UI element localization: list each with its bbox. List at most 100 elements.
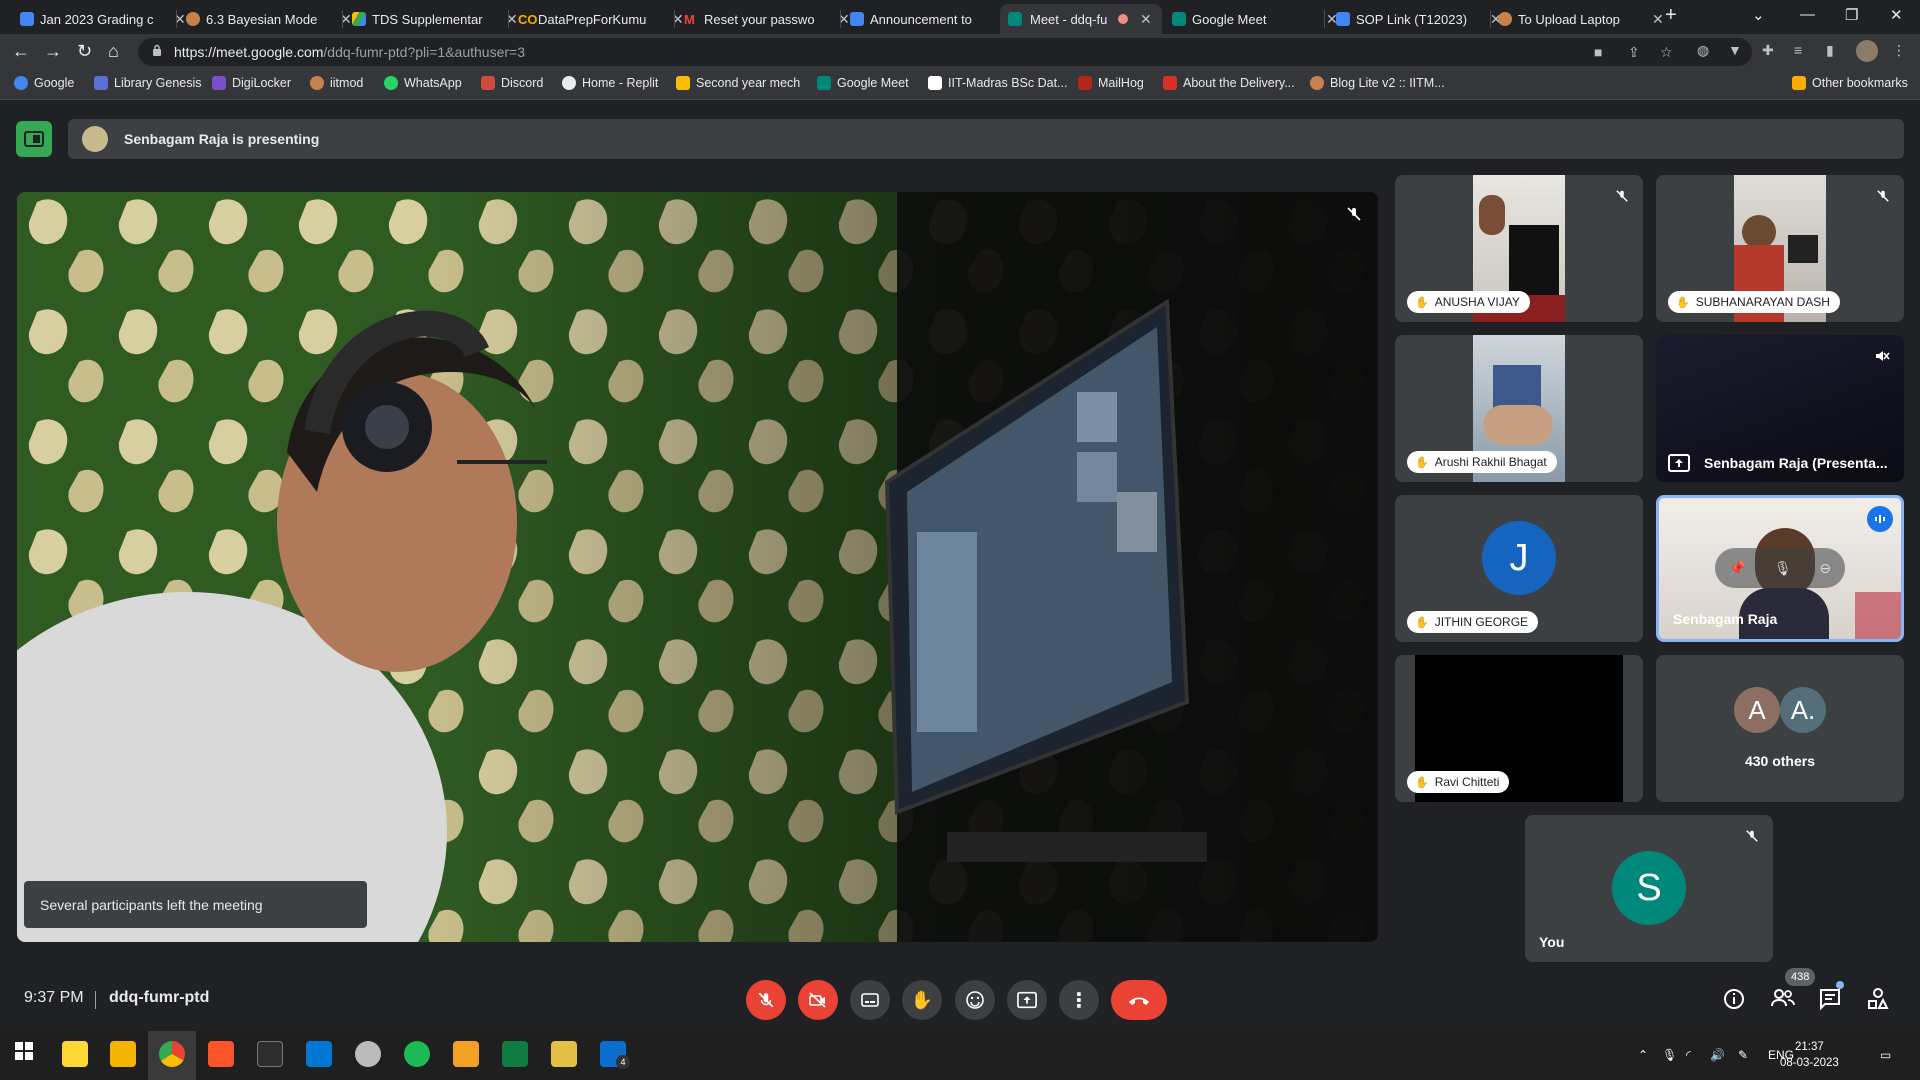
pin-icon[interactable]: 📌 [1729, 560, 1746, 577]
terminal-icon[interactable] [257, 1041, 283, 1067]
people-button[interactable] [1770, 987, 1796, 1014]
tab-separator [1324, 10, 1325, 28]
bookmark-blog-lite[interactable]: Blog Lite v2 :: IITM... [1310, 76, 1445, 90]
bookmark-discord[interactable]: Discord [481, 76, 543, 90]
present-now-button[interactable] [1007, 980, 1047, 1020]
bookmark-whatsapp[interactable]: WhatsApp [384, 76, 462, 90]
back-icon[interactable]: ← [12, 41, 30, 62]
participant-tile[interactable]: J ✋ JITHIN GEORGE [1395, 495, 1643, 642]
bookmark-google-meet[interactable]: Google Meet [817, 76, 909, 90]
restore-button[interactable]: ❐ [1845, 6, 1858, 24]
camera-blocked-icon[interactable]: ■ [1594, 44, 1602, 60]
browser-tab[interactable]: 6.3 Bayesian Mode ✕ [186, 4, 360, 34]
notifications-icon[interactable]: ▭ [1880, 1048, 1891, 1062]
captions-button[interactable] [850, 980, 890, 1020]
extensions-puzzle-icon[interactable]: ✚ [1762, 42, 1774, 59]
close-icon[interactable]: ✕ [1652, 11, 1664, 28]
chat-button[interactable] [1818, 981, 1844, 1016]
self-tile[interactable]: S You [1525, 815, 1773, 962]
browser-tab-active[interactable]: Meet - ddq-fu ✕ [1000, 4, 1162, 34]
presentation-tile[interactable]: Senbagam Raja (Presenta... [1656, 335, 1904, 482]
browser-tab[interactable]: CO DataPrepForKumu ✕ [518, 4, 692, 34]
leave-call-button[interactable] [1111, 980, 1167, 1020]
chrome-icon[interactable] [159, 1041, 185, 1067]
browser-tab[interactable]: Google Meet ✕ [1172, 4, 1346, 34]
close-window-button[interactable]: ✕ [1890, 6, 1903, 24]
bookmark-about-delivery[interactable]: About the Delivery... [1163, 76, 1295, 90]
sticky-notes-icon[interactable] [62, 1041, 88, 1067]
bookmark-google[interactable]: Google [14, 76, 74, 90]
mute-participant-icon[interactable]: 🎙 [1774, 560, 1792, 577]
participant-tile-speaking[interactable]: 📌 🎙 ⊖ Senbagam Raja [1656, 495, 1904, 642]
vscode-icon[interactable] [306, 1041, 332, 1067]
sublime-text-icon[interactable] [453, 1041, 479, 1067]
presentation-layout-icon[interactable] [16, 121, 52, 157]
file-explorer-icon[interactable] [110, 1041, 136, 1067]
hand-icon: ✋ [910, 989, 934, 1010]
tray-chevron-icon[interactable]: ⌃ [1638, 1048, 1648, 1062]
close-icon[interactable]: ✕ [1140, 11, 1152, 28]
bookmark-iitm-bsc[interactable]: IIT-Madras BSc Dat... [928, 76, 1067, 90]
bookmark-e-icon [1163, 76, 1177, 90]
excel-icon[interactable] [502, 1041, 528, 1067]
bookmark-second-year-mech[interactable]: Second year mech [676, 76, 800, 90]
bookmark-replit[interactable]: Home - Replit [562, 76, 658, 90]
bookmark-iitmod[interactable]: iitmod [310, 76, 363, 90]
forward-icon[interactable]: → [44, 41, 62, 62]
new-tab-button[interactable]: + [1665, 4, 1677, 27]
browser-tab[interactable]: Announcement to ✕ [850, 4, 1024, 34]
profile-avatar[interactable] [1856, 40, 1878, 62]
reload-icon[interactable]: ↻ [77, 41, 92, 62]
participant-tile[interactable]: ✋ SUBHANARAYAN DASH [1656, 175, 1904, 322]
participant-tile[interactable]: ✋ Arushi Rakhil Bhagat [1395, 335, 1643, 482]
participant-tile[interactable]: ✋ Ravi Chitteti [1395, 655, 1643, 802]
reactions-button[interactable] [955, 980, 995, 1020]
menu-dots-icon[interactable]: ⋮ [1892, 42, 1906, 59]
microphone-icon[interactable]: 🎙 [1662, 1048, 1677, 1062]
browser-tab[interactable]: Jan 2023 Grading c ✕ [20, 4, 194, 34]
star-icon[interactable]: ☆ [1660, 44, 1673, 61]
mic-toggle-button[interactable] [746, 980, 786, 1020]
home-icon[interactable]: ⌂ [108, 41, 119, 62]
others-tile[interactable]: A A. 430 others [1656, 655, 1904, 802]
wifi-icon[interactable]: ◜ [1686, 1048, 1691, 1062]
raise-hand-button[interactable]: ✋ [902, 980, 942, 1020]
tab-search-icon[interactable]: ⌄ [1752, 6, 1765, 24]
side-panel-icon[interactable]: ▮ [1826, 42, 1834, 59]
participant-tile[interactable]: ✋ ANUSHA VIJAY [1395, 175, 1643, 322]
windows-start-icon[interactable] [14, 1041, 40, 1067]
more-options-button[interactable]: ⋮ [1059, 980, 1099, 1020]
address-bar[interactable]: https://meet.google.com/ddq-fumr-ptd?pli… [138, 38, 1752, 66]
iitm-icon [1498, 12, 1512, 26]
media-control-icon[interactable]: ≡ [1794, 42, 1802, 58]
folder-app-icon[interactable] [551, 1041, 577, 1067]
camera-toggle-button[interactable] [798, 980, 838, 1020]
bookmark-mailhog[interactable]: MailHog [1078, 76, 1144, 90]
extension-filter-icon[interactable]: ▼ [1728, 42, 1742, 58]
browser-tab[interactable]: SOP Link (T12023) ✕ [1336, 4, 1510, 34]
extension-icon[interactable]: ◍ [1697, 42, 1709, 59]
other-bookmarks[interactable]: Other bookmarks [1792, 76, 1908, 90]
chat-icon [1820, 989, 1840, 1011]
pen-icon[interactable]: ✎ [1738, 1048, 1748, 1062]
activities-button[interactable] [1866, 987, 1890, 1016]
bookmark-digilocker[interactable]: DigiLocker [212, 76, 291, 90]
browser-tab[interactable]: TDS Supplementar ✕ [352, 4, 526, 34]
spotify-icon[interactable] [404, 1041, 430, 1067]
remove-icon[interactable]: ⊖ [1819, 560, 1831, 577]
github-desktop-icon[interactable] [355, 1041, 381, 1067]
brave-icon[interactable] [208, 1041, 234, 1067]
bookmark-library-genesis[interactable]: Library Genesis [94, 76, 202, 90]
browser-tab[interactable]: To Upload Laptop ✕ [1498, 4, 1672, 34]
volume-icon[interactable]: 🔊 [1710, 1048, 1725, 1062]
browser-tab[interactable]: M Reset your passwo ✕ [684, 4, 858, 34]
meeting-details-button[interactable] [1722, 987, 1746, 1016]
bookmark-label: Library Genesis [114, 76, 202, 90]
taskbar-date: 08-03-2023 [1780, 1057, 1839, 1069]
minimize-button[interactable]: — [1800, 6, 1815, 23]
mail-icon[interactable]: 4 [600, 1041, 630, 1069]
taskbar-clock[interactable]: 21:37 08-03-2023 [1780, 1039, 1839, 1071]
share-icon[interactable]: ⇪ [1628, 44, 1640, 61]
lock-icon[interactable] [152, 44, 162, 56]
notion-icon [928, 76, 942, 90]
